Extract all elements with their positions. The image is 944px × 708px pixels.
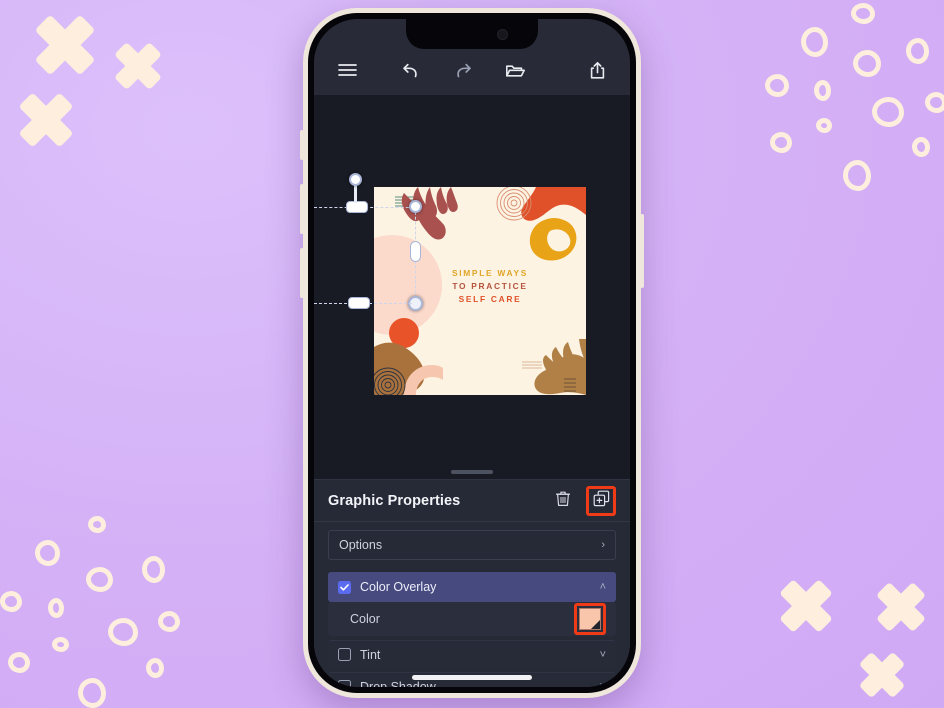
- decorative-ring: [146, 658, 164, 678]
- guide-marker: [348, 297, 370, 309]
- decorative-cross: [110, 38, 166, 94]
- phone-device-frame: SIMPLE WAYS TO PRACTICE SELF CARE Graphi…: [300, 8, 644, 698]
- decorative-ring: [853, 50, 881, 77]
- phone-power-button: [640, 214, 644, 288]
- properties-list: Options › Color Overlay ˄ Color Tint ˅ D…: [314, 522, 630, 687]
- drop-shadow-label: Drop Shadow: [360, 679, 436, 688]
- decorative-ring: [814, 80, 831, 101]
- decorative-ring: [8, 652, 30, 673]
- share-icon: [589, 61, 606, 80]
- decorative-ring: [872, 97, 904, 127]
- color-overlay-checkbox[interactable]: [338, 580, 351, 594]
- color-overlay-label: Color Overlay: [360, 580, 437, 594]
- chevron-down-icon: ˅: [599, 648, 606, 661]
- properties-row-color[interactable]: Color: [328, 602, 616, 636]
- delete-button[interactable]: [550, 488, 576, 514]
- decorative-ring: [86, 567, 113, 592]
- decorative-cross: [855, 648, 909, 702]
- share-button[interactable]: [582, 57, 612, 83]
- decorative-ring: [816, 118, 832, 133]
- undo-button[interactable]: [396, 57, 426, 83]
- artwork-heading-line-2: TO PRACTICE: [452, 281, 528, 292]
- phone-volume-up-button: [300, 184, 304, 234]
- decorative-cross: [14, 88, 78, 152]
- chevron-down-icon: ˅: [599, 680, 606, 688]
- color-swatch-button[interactable]: [574, 603, 606, 635]
- home-indicator[interactable]: [412, 675, 532, 680]
- phone-notch: [406, 19, 538, 49]
- properties-row-options[interactable]: Options ›: [328, 530, 616, 560]
- decorative-ring: [52, 637, 69, 652]
- phone-screen: SIMPLE WAYS TO PRACTICE SELF CARE Graphi…: [314, 19, 630, 687]
- duplicate-button[interactable]: [586, 485, 616, 516]
- guide-marker: [346, 201, 368, 213]
- gradient-start-handle[interactable]: [349, 173, 362, 186]
- chevron-up-icon: ˄: [599, 581, 606, 593]
- decorative-ring: [35, 540, 60, 566]
- decorative-ring: [801, 27, 828, 57]
- decorative-ring: [142, 556, 165, 583]
- decorative-ring: [912, 137, 930, 157]
- sheet-drag-handle[interactable]: [451, 470, 493, 474]
- swatch-corner-indicator: [591, 620, 600, 629]
- decorative-ring: [78, 678, 106, 708]
- handle-stem: [354, 181, 357, 203]
- artwork-heading-line-1: SIMPLE WAYS: [451, 268, 529, 278]
- decorative-cross: [872, 578, 930, 636]
- front-camera-icon: [497, 29, 508, 40]
- undo-icon: [401, 62, 421, 79]
- decorative-ring: [88, 516, 106, 533]
- tint-label: Tint: [360, 647, 381, 662]
- color-label: Color: [350, 612, 380, 626]
- artwork-heading-line-3: SELF CARE: [458, 294, 522, 305]
- drop-shadow-checkbox[interactable]: [338, 680, 351, 687]
- tint-checkbox[interactable]: [338, 648, 351, 661]
- sheet-body: Graphic Properties Options › Color Overl…: [314, 479, 630, 687]
- hamburger-menu-button[interactable]: [332, 57, 362, 83]
- page-title: Graphic Properties: [328, 492, 461, 509]
- color-swatch[interactable]: [579, 608, 601, 630]
- editor-canvas[interactable]: SIMPLE WAYS TO PRACTICE SELF CARE: [314, 95, 630, 465]
- history-tools-group: [396, 57, 530, 83]
- decorative-ring: [851, 3, 875, 24]
- properties-row-color-overlay[interactable]: Color Overlay ˄: [328, 572, 616, 602]
- decorative-ring: [0, 591, 22, 612]
- sheet-drag-area[interactable]: [314, 465, 630, 479]
- chevron-right-icon: ›: [601, 539, 605, 551]
- duplicate-icon: [593, 490, 610, 512]
- options-label: Options: [339, 538, 383, 552]
- properties-sheet: Graphic Properties Options › Color Overl…: [314, 465, 630, 687]
- decorative-ring: [906, 38, 929, 64]
- phone-volume-down-button: [300, 248, 304, 298]
- decorative-cross: [775, 575, 837, 637]
- hamburger-menu-icon: [337, 63, 357, 77]
- phone-mute-switch: [300, 130, 304, 160]
- trash-icon: [555, 490, 571, 512]
- decorative-ring: [765, 74, 789, 97]
- decorative-ring: [158, 611, 180, 632]
- decorative-ring: [108, 618, 138, 646]
- redo-button[interactable]: [448, 57, 478, 83]
- decorative-ring: [48, 598, 64, 618]
- sheet-header-actions: [550, 485, 616, 516]
- layers-button[interactable]: [500, 57, 530, 83]
- decorative-ring: [925, 92, 944, 113]
- decorative-ring: [770, 132, 792, 153]
- sheet-header: Graphic Properties: [314, 480, 630, 522]
- properties-row-tint[interactable]: Tint ˅: [328, 640, 616, 668]
- folder-layers-icon: [505, 62, 526, 79]
- decorative-ring: [843, 160, 871, 191]
- artboard[interactable]: SIMPLE WAYS TO PRACTICE SELF CARE: [374, 187, 586, 395]
- phone-bezel: SIMPLE WAYS TO PRACTICE SELF CARE Graphi…: [308, 13, 636, 693]
- decorative-cross: [30, 10, 100, 80]
- artwork-heading: SIMPLE WAYS TO PRACTICE SELF CARE: [428, 267, 552, 306]
- redo-icon: [453, 62, 473, 79]
